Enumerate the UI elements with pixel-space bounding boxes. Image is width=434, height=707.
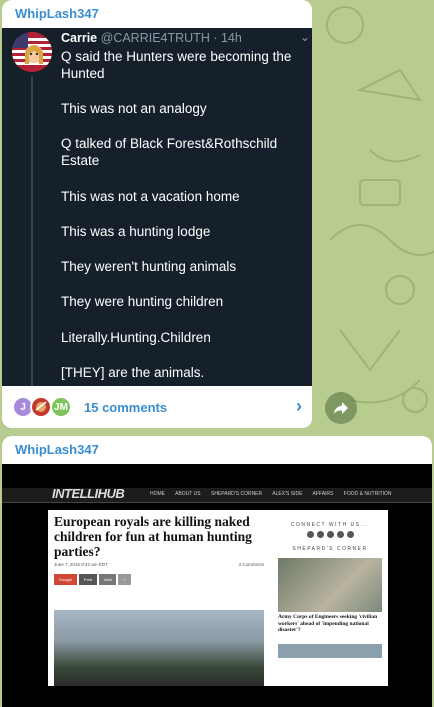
share-mail: Mail bbox=[99, 574, 117, 585]
sidebar-caption: Army Corps of Engineers seeking 'civilia… bbox=[278, 614, 378, 633]
message-card-1: WhipLash347 Carrie @CARRIE4TRUTH · 14h ⌄… bbox=[2, 0, 312, 428]
site-nav-item: HOME bbox=[150, 491, 165, 497]
tweet-line: Q said the Hunters were becoming the Hun… bbox=[61, 49, 292, 81]
thread-line bbox=[31, 76, 33, 386]
tweet-line: They were hunting children bbox=[61, 294, 224, 309]
comments-count-label[interactable]: 15 comments bbox=[84, 400, 167, 415]
article-photo bbox=[54, 610, 264, 686]
site-header: INTELLIHUB HOME ABOUT US SHEPARD'S CORNE… bbox=[2, 486, 432, 503]
tweet-author-name: Carrie bbox=[61, 31, 98, 45]
social-icon bbox=[346, 531, 354, 538]
tweet-line: [THEY] are the animals. bbox=[61, 365, 205, 380]
site-nav-item: AFFAIRS bbox=[312, 491, 334, 497]
tweet-time: · 14h bbox=[213, 31, 242, 45]
site-nav: HOME ABOUT US SHEPARD'S CORNER ALEX'S SI… bbox=[150, 491, 401, 497]
video-thumbnail[interactable]: INTELLIHUB HOME ABOUT US SHEPARD'S CORNE… bbox=[2, 464, 432, 707]
tweet-line: This was not an analogy bbox=[61, 101, 207, 116]
article-comments: 3 Comments bbox=[238, 562, 264, 567]
site-nav-item: ALEX'S SIDE bbox=[272, 491, 303, 497]
site-nav-item: SHEPARD'S CORNER bbox=[210, 491, 263, 497]
tweet-line: This was a hunting lodge bbox=[61, 224, 211, 239]
tweet-body: Q said the Hunters were becoming the Hun… bbox=[61, 48, 306, 384]
commenter-avatar bbox=[30, 396, 52, 418]
forward-arrow-icon bbox=[334, 402, 348, 414]
article-share-buttons: Google Print Mail + bbox=[54, 574, 264, 585]
tweet-line: Literally.Hunting.Children bbox=[61, 330, 211, 345]
sidebar-heading: CONNECT WITH US... bbox=[290, 522, 370, 528]
tweet-line: This was not a vacation home bbox=[61, 189, 240, 204]
tweet-screenshot[interactable]: Carrie @CARRIE4TRUTH · 14h ⌄ Q said the … bbox=[2, 28, 312, 386]
forward-button[interactable] bbox=[325, 392, 357, 424]
site-logo: INTELLIHUB bbox=[52, 486, 125, 501]
tweet-author-avatar bbox=[12, 32, 52, 72]
social-icon bbox=[306, 531, 314, 538]
article-preview: European royals are killing naked childr… bbox=[48, 510, 388, 686]
tweet-author-handle: @CARRIE4TRUTH bbox=[100, 31, 210, 45]
tweet-header: Carrie @CARRIE4TRUTH · 14h bbox=[61, 31, 242, 45]
sidebar-image-2 bbox=[278, 643, 382, 658]
message-card-2: WhipLash347 INTELLIHUB HOME ABOUT US SHE… bbox=[2, 436, 432, 707]
article-byline: June 7, 2015 8:42 am EDT 3 Comments bbox=[54, 562, 264, 567]
article-main: European royals are killing naked childr… bbox=[54, 514, 264, 585]
site-nav-item: FOOD & NUTRITION bbox=[343, 491, 392, 497]
share-google: Google bbox=[54, 574, 77, 585]
social-icons bbox=[278, 531, 382, 538]
article-headline: European royals are killing naked childr… bbox=[54, 514, 252, 559]
article-date: June 7, 2015 8:42 am EDT bbox=[54, 562, 108, 567]
chevron-down-icon: ⌄ bbox=[299, 30, 310, 44]
social-icon bbox=[336, 531, 344, 538]
sender-name[interactable]: WhipLash347 bbox=[2, 0, 312, 22]
chevron-right-icon[interactable]: › bbox=[296, 396, 302, 417]
comments-bar[interactable]: J JM 15 comments › bbox=[2, 386, 312, 428]
sender-name[interactable]: WhipLash347 bbox=[2, 436, 432, 458]
sidebar-section-title: SHEPARD'S CORNER bbox=[292, 546, 368, 552]
social-icon bbox=[316, 531, 324, 538]
tweet-line: Q talked of Black Forest&Rothschild Esta… bbox=[61, 136, 278, 168]
commenter-avatar: JM bbox=[50, 396, 72, 418]
article-sidebar: CONNECT WITH US... SHEPARD'S CORNER Army… bbox=[278, 514, 382, 658]
share-print: Print bbox=[78, 574, 98, 585]
sidebar-image bbox=[278, 558, 382, 612]
share-more: + bbox=[118, 574, 131, 585]
social-icon bbox=[326, 531, 334, 538]
site-nav-item: ABOUT US bbox=[175, 491, 201, 497]
tweet-line: They weren't hunting animals bbox=[61, 259, 237, 274]
